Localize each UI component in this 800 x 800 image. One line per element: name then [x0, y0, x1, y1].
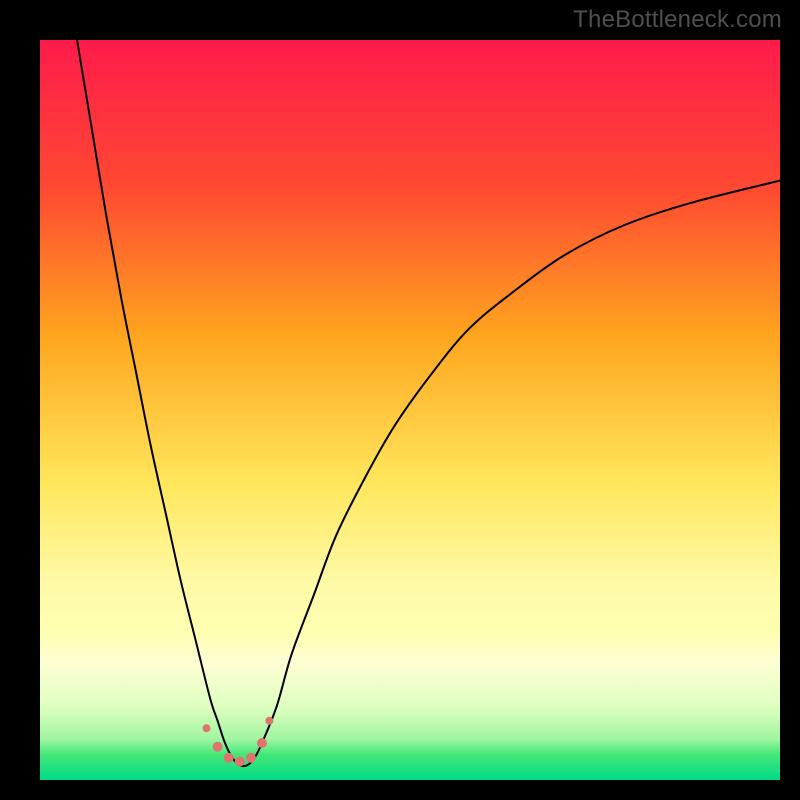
- watermark-text: TheBottleneck.com: [573, 6, 782, 34]
- chart-frame: TheBottleneck.com: [0, 0, 800, 800]
- plot-area: [40, 40, 780, 780]
- background-gradient: [40, 40, 780, 780]
